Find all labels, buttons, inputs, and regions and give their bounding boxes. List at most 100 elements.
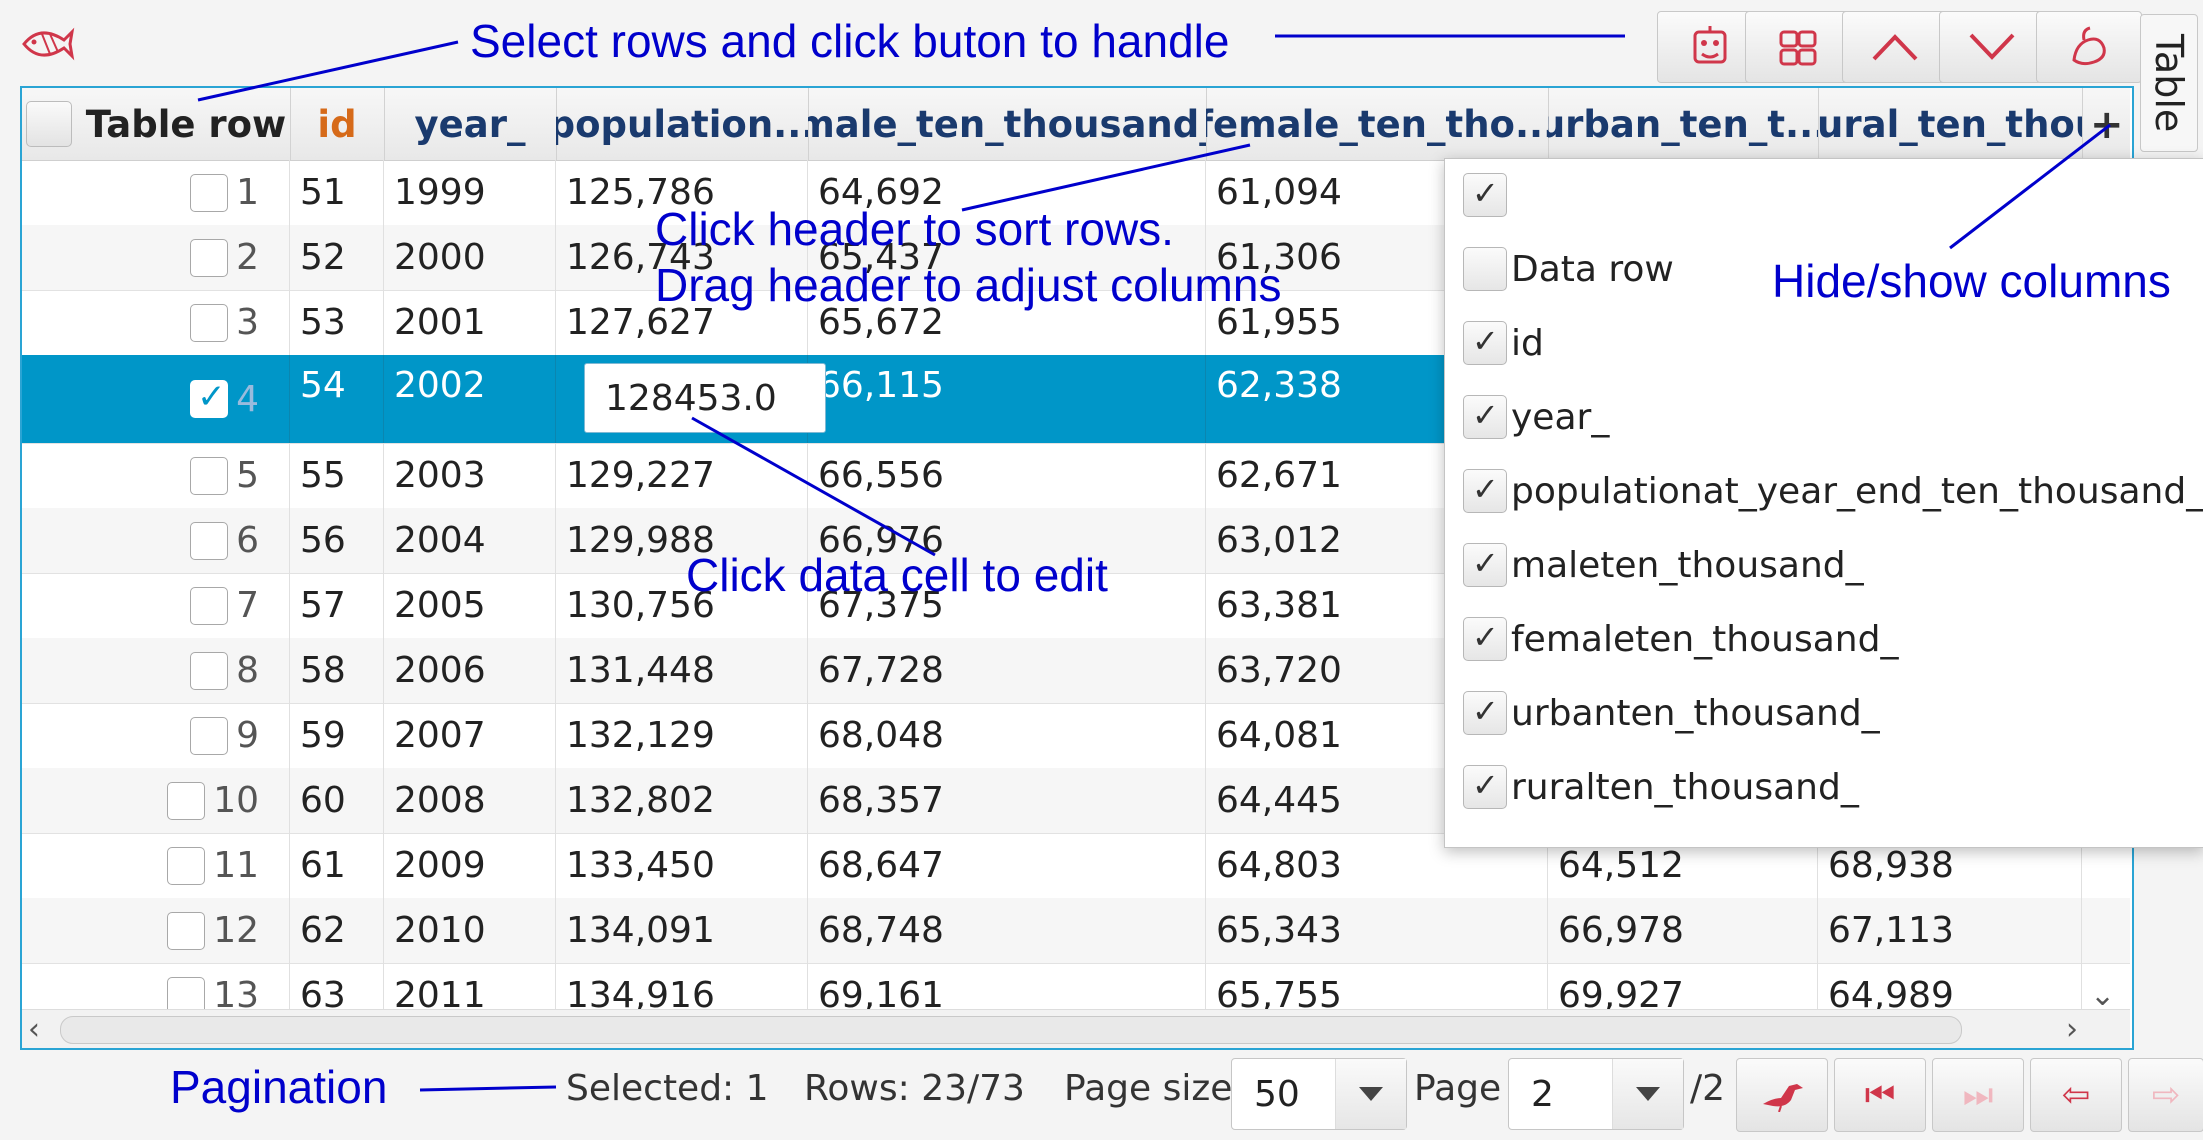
dropdown-arrow-icon[interactable]: [1335, 1059, 1406, 1129]
cell-year[interactable]: 1999: [384, 160, 556, 225]
cell-edit-input[interactable]: 128453.0: [584, 363, 826, 433]
row-select-checkbox[interactable]: [190, 173, 229, 212]
column-toggle-checkbox[interactable]: [1463, 691, 1507, 735]
column-toggle-checkbox[interactable]: [1463, 617, 1507, 661]
header-table-row[interactable]: Table row: [22, 88, 291, 160]
header-urban[interactable]: urban_ten_t...: [1548, 88, 1819, 160]
cell-rural[interactable]: 67,113: [1818, 898, 2082, 963]
page-select[interactable]: 2: [1508, 1058, 1684, 1130]
cell-year[interactable]: 2002: [384, 355, 556, 443]
cell-year[interactable]: 2005: [384, 573, 556, 638]
cell-year[interactable]: 2008: [384, 768, 556, 833]
column-toggle-item[interactable]: populationat_year_end_ten_thousand_: [1463, 461, 2203, 521]
cell-id[interactable]: 62: [290, 898, 384, 963]
cell-year[interactable]: 2004: [384, 508, 556, 573]
cell-year[interactable]: 2007: [384, 703, 556, 768]
header-rural[interactable]: rural_ten_thou: [1818, 88, 2083, 160]
scroll-right-arrow-icon[interactable]: ›: [2066, 1012, 2078, 1047]
row-select-checkbox[interactable]: [190, 521, 229, 560]
scrollbar-thumb[interactable]: [60, 1016, 1962, 1044]
cell-population[interactable]: 133,450: [556, 833, 808, 898]
cell-male[interactable]: 66,556: [808, 443, 1206, 508]
column-toggle-checkbox[interactable]: [1463, 247, 1507, 291]
cell-year[interactable]: 2000: [384, 225, 556, 290]
cell-male[interactable]: 66,115: [808, 355, 1206, 443]
row-select-checkbox[interactable]: [190, 456, 229, 495]
row-select-checkbox[interactable]: [190, 651, 229, 690]
column-toggle-item[interactable]: femaleten_thousand_: [1463, 609, 1898, 669]
cell-year[interactable]: 2010: [384, 898, 556, 963]
dropdown-arrow-icon[interactable]: [1612, 1059, 1683, 1129]
cell-population[interactable]: 132,129: [556, 703, 808, 768]
cell-male[interactable]: 68,748: [808, 898, 1206, 963]
cell-year[interactable]: 2001: [384, 290, 556, 355]
column-menu-button[interactable]: +: [2090, 102, 2124, 148]
column-toggle-checkbox[interactable]: [1463, 543, 1507, 587]
move-down-button[interactable]: [1939, 11, 2045, 83]
cell-male[interactable]: 68,357: [808, 768, 1206, 833]
cell-id[interactable]: 55: [290, 443, 384, 508]
select-all-checkbox[interactable]: [25, 101, 72, 147]
row-select-checkbox[interactable]: [190, 586, 229, 625]
scroll-down-arrow-icon[interactable]: ⌄: [2090, 978, 2115, 1013]
cell-male[interactable]: 68,048: [808, 703, 1206, 768]
first-page-button[interactable]: ⏮: [1834, 1058, 1926, 1132]
horizontal-scrollbar[interactable]: ‹ ›: [22, 1009, 2130, 1048]
column-toggle-item[interactable]: Data row: [1463, 239, 1674, 299]
column-toggle-item[interactable]: urbanten_thousand_: [1463, 683, 1880, 743]
next-page-button[interactable]: ⇨: [2128, 1058, 2203, 1132]
cell-male[interactable]: 67,728: [808, 638, 1206, 703]
column-toggle-checkbox[interactable]: [1463, 173, 1507, 217]
cell-population[interactable]: 129,227: [556, 443, 808, 508]
go-page-button[interactable]: [1736, 1058, 1828, 1132]
cell-male[interactable]: 68,647: [808, 833, 1206, 898]
scroll-left-arrow-icon[interactable]: ‹: [28, 1012, 40, 1047]
row-select-checkbox[interactable]: [190, 238, 229, 277]
cell-year[interactable]: 2006: [384, 638, 556, 703]
header-female[interactable]: female_ten_tho...: [1206, 88, 1549, 160]
copy-rows-button[interactable]: [1745, 11, 1851, 83]
column-toggle-item[interactable]: maleten_thousand_: [1463, 535, 1864, 595]
page-size-select[interactable]: 50: [1231, 1058, 1407, 1130]
row-select-checkbox[interactable]: [167, 846, 206, 885]
column-toggle-item[interactable]: id: [1463, 313, 1544, 373]
cell-id[interactable]: 61: [290, 833, 384, 898]
cell-id[interactable]: 59: [290, 703, 384, 768]
tab-table[interactable]: Table: [2140, 14, 2198, 152]
row-select-checkbox[interactable]: [190, 716, 229, 755]
header-male[interactable]: male_ten_thousand_: [808, 88, 1207, 160]
cell-id[interactable]: 54: [290, 355, 384, 443]
cell-id[interactable]: 53: [290, 290, 384, 355]
cell-id[interactable]: 58: [290, 638, 384, 703]
move-up-button[interactable]: [1842, 11, 1948, 83]
cell-female[interactable]: 65,343: [1206, 898, 1548, 963]
cell-id[interactable]: 56: [290, 508, 384, 573]
column-toggle-checkbox[interactable]: [1463, 469, 1507, 513]
cell-population[interactable]: 132,802: [556, 768, 808, 833]
cell-population[interactable]: 134,091: [556, 898, 808, 963]
header-year[interactable]: year_: [384, 88, 557, 160]
row-select-checkbox[interactable]: [190, 303, 229, 342]
row-select-checkbox[interactable]: [167, 911, 206, 950]
cell-id[interactable]: 57: [290, 573, 384, 638]
cell-id[interactable]: 51: [290, 160, 384, 225]
column-toggle-checkbox[interactable]: [1463, 765, 1507, 809]
cell-year[interactable]: 2003: [384, 443, 556, 508]
previous-page-button[interactable]: ⇦: [2030, 1058, 2122, 1132]
cell-id[interactable]: 60: [290, 768, 384, 833]
column-toggle-item[interactable]: year_: [1463, 387, 1609, 447]
cell-population[interactable]: 131,448: [556, 638, 808, 703]
row-select-checkbox[interactable]: [167, 781, 206, 820]
last-page-button[interactable]: ⏭: [1932, 1058, 2024, 1132]
row-select-checkbox[interactable]: [190, 377, 229, 418]
header-id[interactable]: id: [290, 88, 385, 160]
column-toggle-item[interactable]: [1463, 165, 1511, 225]
header-population[interactable]: population...: [556, 88, 809, 160]
table-row[interactable]: 12 62 2010 134,091 68,748 65,343 66,978 67,113: [22, 898, 2130, 964]
cell-year[interactable]: 2009: [384, 833, 556, 898]
column-toggle-checkbox[interactable]: [1463, 321, 1507, 365]
column-toggle-item[interactable]: ruralten_thousand_: [1463, 757, 1859, 817]
cell-id[interactable]: 52: [290, 225, 384, 290]
column-toggle-checkbox[interactable]: [1463, 395, 1507, 439]
cell-urban[interactable]: 66,978: [1548, 898, 1818, 963]
